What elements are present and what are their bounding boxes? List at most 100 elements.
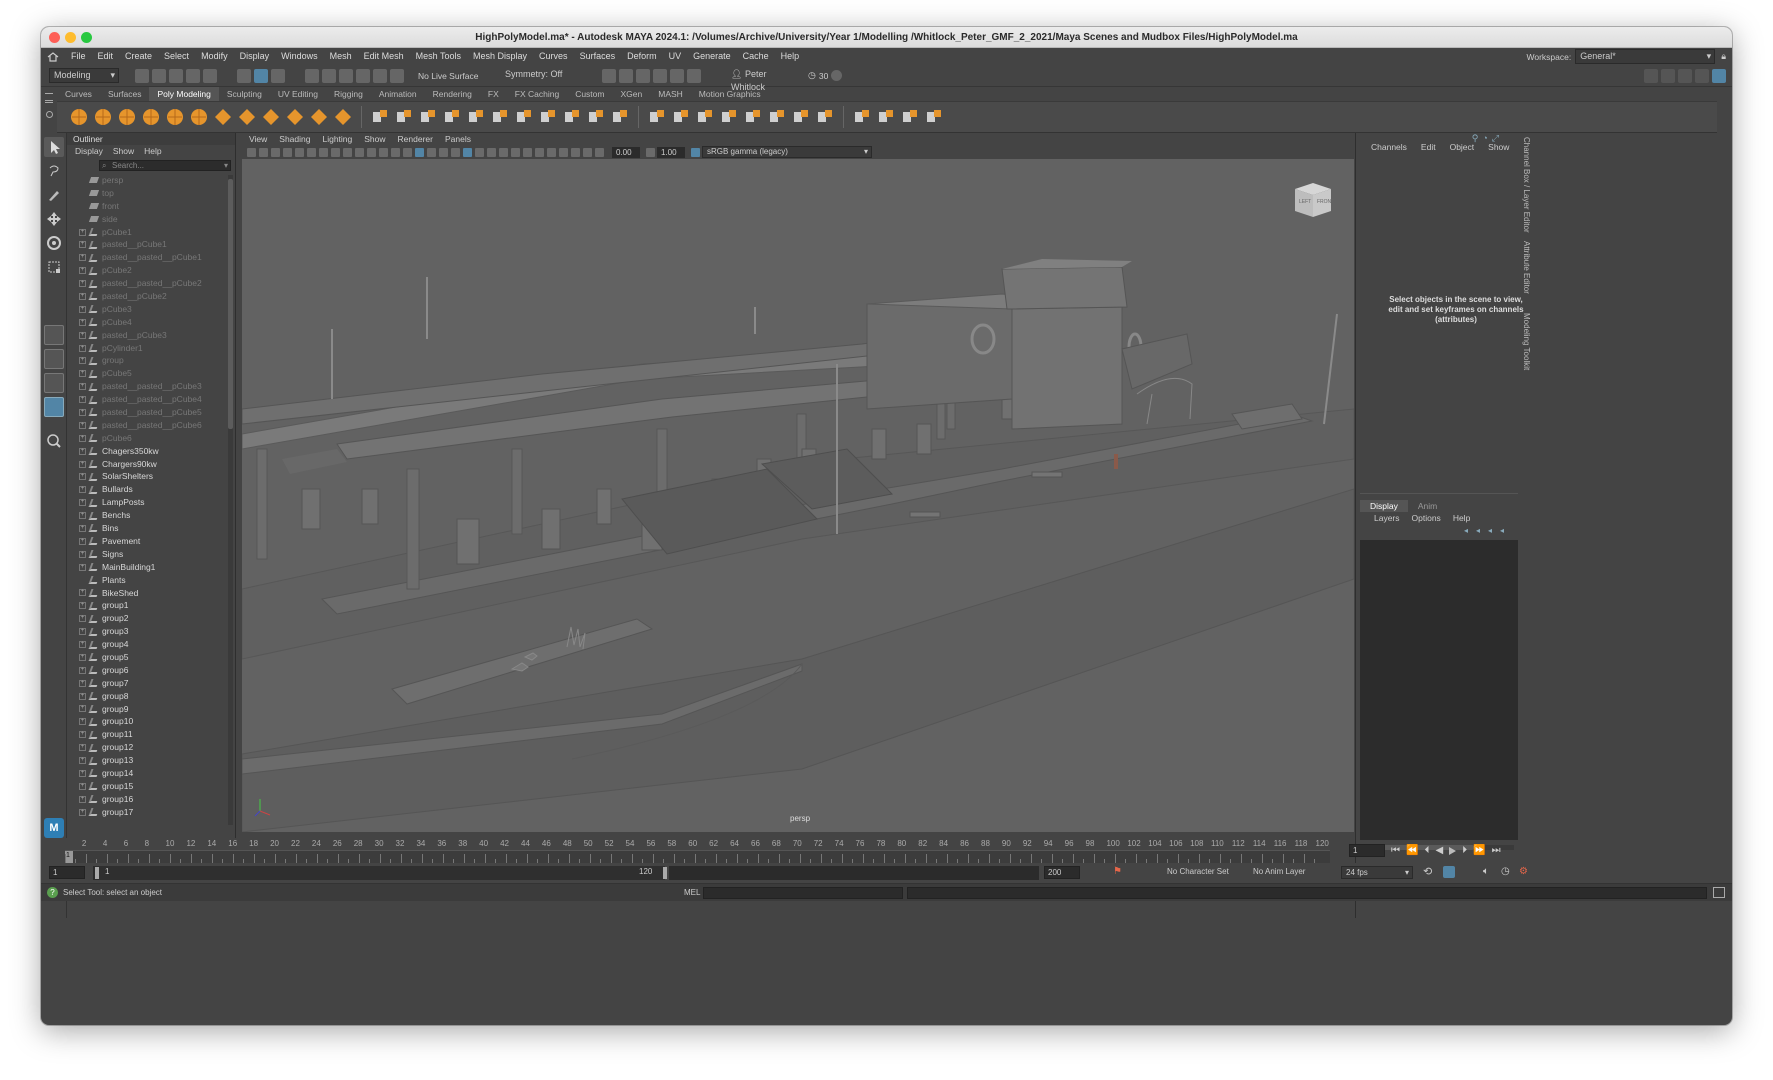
undo-icon[interactable] <box>186 68 200 83</box>
outliner-item[interactable]: +persp <box>67 174 227 187</box>
outliner-item[interactable]: + group7 <box>67 677 227 690</box>
expand-icon[interactable]: + <box>79 318 86 326</box>
go-to-end-icon[interactable]: ⏭ <box>1492 845 1501 856</box>
sound-icon[interactable]: 🔈︎ <box>1483 866 1489 877</box>
play-backward-icon[interactable]: ◀ <box>1435 845 1443 856</box>
expand-icon[interactable]: + <box>79 589 86 597</box>
layer-menu-help[interactable]: Help <box>1453 513 1470 523</box>
channel-box-icon[interactable] <box>1712 68 1726 83</box>
workspace-dropdown[interactable]: General* ▾ <box>1575 49 1716 64</box>
outliner-item[interactable]: + group15 <box>67 780 227 793</box>
menu-help[interactable]: Help <box>775 48 806 65</box>
textured-icon[interactable] <box>463 147 472 157</box>
lights-icon[interactable] <box>475 147 484 157</box>
outliner-item[interactable]: + pCube6 <box>67 432 227 445</box>
anti-aliasing-icon[interactable] <box>523 147 532 157</box>
outliner-item[interactable]: + group16 <box>67 793 227 806</box>
shelf-tab-poly-modeling[interactable]: Poly Modeling <box>149 87 219 101</box>
tab-channel-box-layer-editor[interactable]: Channel Box / Layer Editor <box>1522 137 1531 233</box>
move-layer-up-icon[interactable]: ◂ <box>1464 526 1468 535</box>
range-slider[interactable] <box>99 866 665 880</box>
new-layer-icon[interactable]: ◂ <box>1488 526 1492 535</box>
extrude-icon[interactable] <box>490 107 510 127</box>
layer-list[interactable] <box>1360 540 1518 840</box>
outliner-item[interactable]: + Bullards <box>67 483 227 496</box>
select-hierarchy-icon[interactable] <box>237 68 251 83</box>
camera-attributes-icon[interactable] <box>259 147 268 157</box>
viewport-menu-lighting[interactable]: Lighting <box>322 133 352 145</box>
expand-icon[interactable]: + <box>79 550 86 558</box>
fps-dropdown[interactable]: 24 fps ▾ <box>1341 866 1413 879</box>
menu-set-dropdown[interactable]: Modeling ▾ <box>49 68 119 83</box>
slide-edge-icon[interactable] <box>924 107 944 127</box>
auto-key-icon[interactable]: ⚑ <box>1113 866 1122 877</box>
outliner-item[interactable]: + group10 <box>67 715 227 728</box>
expand-icon[interactable]: + <box>79 460 86 468</box>
layer-tab-display[interactable]: Display <box>1360 500 1408 512</box>
end-time-field[interactable]: 200 <box>1044 866 1080 879</box>
outliner-item[interactable]: + group3 <box>67 625 227 638</box>
outliner-item[interactable]: + pasted__pasted__pCube5 <box>67 406 227 419</box>
fill-hole-icon[interactable] <box>647 107 667 127</box>
persp-outliner-icon[interactable] <box>44 373 64 393</box>
select-camera-icon[interactable] <box>247 147 256 157</box>
expand-icon[interactable]: + <box>79 473 86 481</box>
resolution-gate-icon[interactable] <box>343 147 352 157</box>
menu-file[interactable]: File <box>65 48 92 65</box>
poly-disc-icon[interactable] <box>213 107 233 127</box>
2d-pan-zoom-icon[interactable] <box>295 147 304 157</box>
channel-box-menu-object[interactable]: Object <box>1450 142 1475 152</box>
expand-icon[interactable]: + <box>79 499 86 507</box>
expand-icon[interactable]: + <box>79 241 86 249</box>
home-icon[interactable] <box>47 51 59 62</box>
command-language-toggle[interactable]: MEL <box>684 888 700 897</box>
shelf-options[interactable] <box>41 87 57 133</box>
flat-shade-icon[interactable] <box>439 147 448 157</box>
snap-point-icon[interactable] <box>339 68 353 83</box>
preferences-icon[interactable]: ⚙︎ <box>1519 866 1528 877</box>
separate-icon[interactable] <box>562 107 582 127</box>
outliner-item[interactable]: + Benchs <box>67 509 227 522</box>
hypershade-icon[interactable] <box>653 68 667 83</box>
sculpt-icon[interactable] <box>876 107 896 127</box>
expand-icon[interactable]: + <box>79 524 86 532</box>
menu-curves[interactable]: Curves <box>533 48 574 65</box>
outliner-menu-help[interactable]: Help <box>144 145 161 158</box>
script-editor-icon[interactable] <box>1713 887 1725 898</box>
poly-platonic-icon[interactable] <box>237 107 257 127</box>
menu-modify[interactable]: Modify <box>195 48 234 65</box>
outliner-item[interactable]: + pasted__pasted__pCube1 <box>67 251 227 264</box>
step-forward-key-icon[interactable]: ⏵ <box>1462 845 1467 856</box>
shelf-tab-xgen[interactable]: XGen <box>612 87 650 101</box>
poly-type-icon[interactable] <box>309 107 329 127</box>
four-view-icon[interactable] <box>44 349 64 369</box>
range-end-handle[interactable] <box>663 867 667 879</box>
viewport-menu-view[interactable]: View <box>249 133 267 145</box>
outliner-item[interactable]: + group13 <box>67 754 227 767</box>
shelf-tab-curves[interactable]: Curves <box>57 87 100 101</box>
menu-mesh-display[interactable]: Mesh Display <box>467 48 533 65</box>
new-scene-icon[interactable] <box>135 68 149 83</box>
maya-logo-icon[interactable]: M <box>44 818 64 838</box>
menu-windows[interactable]: Windows <box>275 48 324 65</box>
modeling-toolkit-icon[interactable] <box>1644 68 1658 83</box>
open-scene-icon[interactable] <box>152 68 166 83</box>
magnifier-icon[interactable] <box>44 431 64 451</box>
depth-of-field-icon[interactable] <box>535 147 544 157</box>
outliner-item[interactable]: +front <box>67 200 227 213</box>
smooth-icon[interactable] <box>418 107 438 127</box>
expand-icon[interactable]: + <box>79 331 86 339</box>
lasso-tool-icon[interactable] <box>44 161 64 181</box>
xray-joints-icon[interactable] <box>571 147 580 157</box>
expand-icon[interactable]: + <box>79 280 86 288</box>
outliner-item[interactable]: + group <box>67 354 227 367</box>
channel-box-menu-show[interactable]: Show <box>1488 142 1509 152</box>
expand-icon[interactable]: + <box>79 383 86 391</box>
shelf-tab-animation[interactable]: Animation <box>371 87 425 101</box>
step-back-icon[interactable]: ⏪ <box>1406 845 1418 856</box>
outliner-item[interactable]: + pCylinder1 <box>67 342 227 355</box>
grid-icon[interactable] <box>319 147 328 157</box>
menu-deform[interactable]: Deform <box>621 48 663 65</box>
menu-display[interactable]: Display <box>234 48 276 65</box>
expand-icon[interactable]: + <box>79 305 86 313</box>
